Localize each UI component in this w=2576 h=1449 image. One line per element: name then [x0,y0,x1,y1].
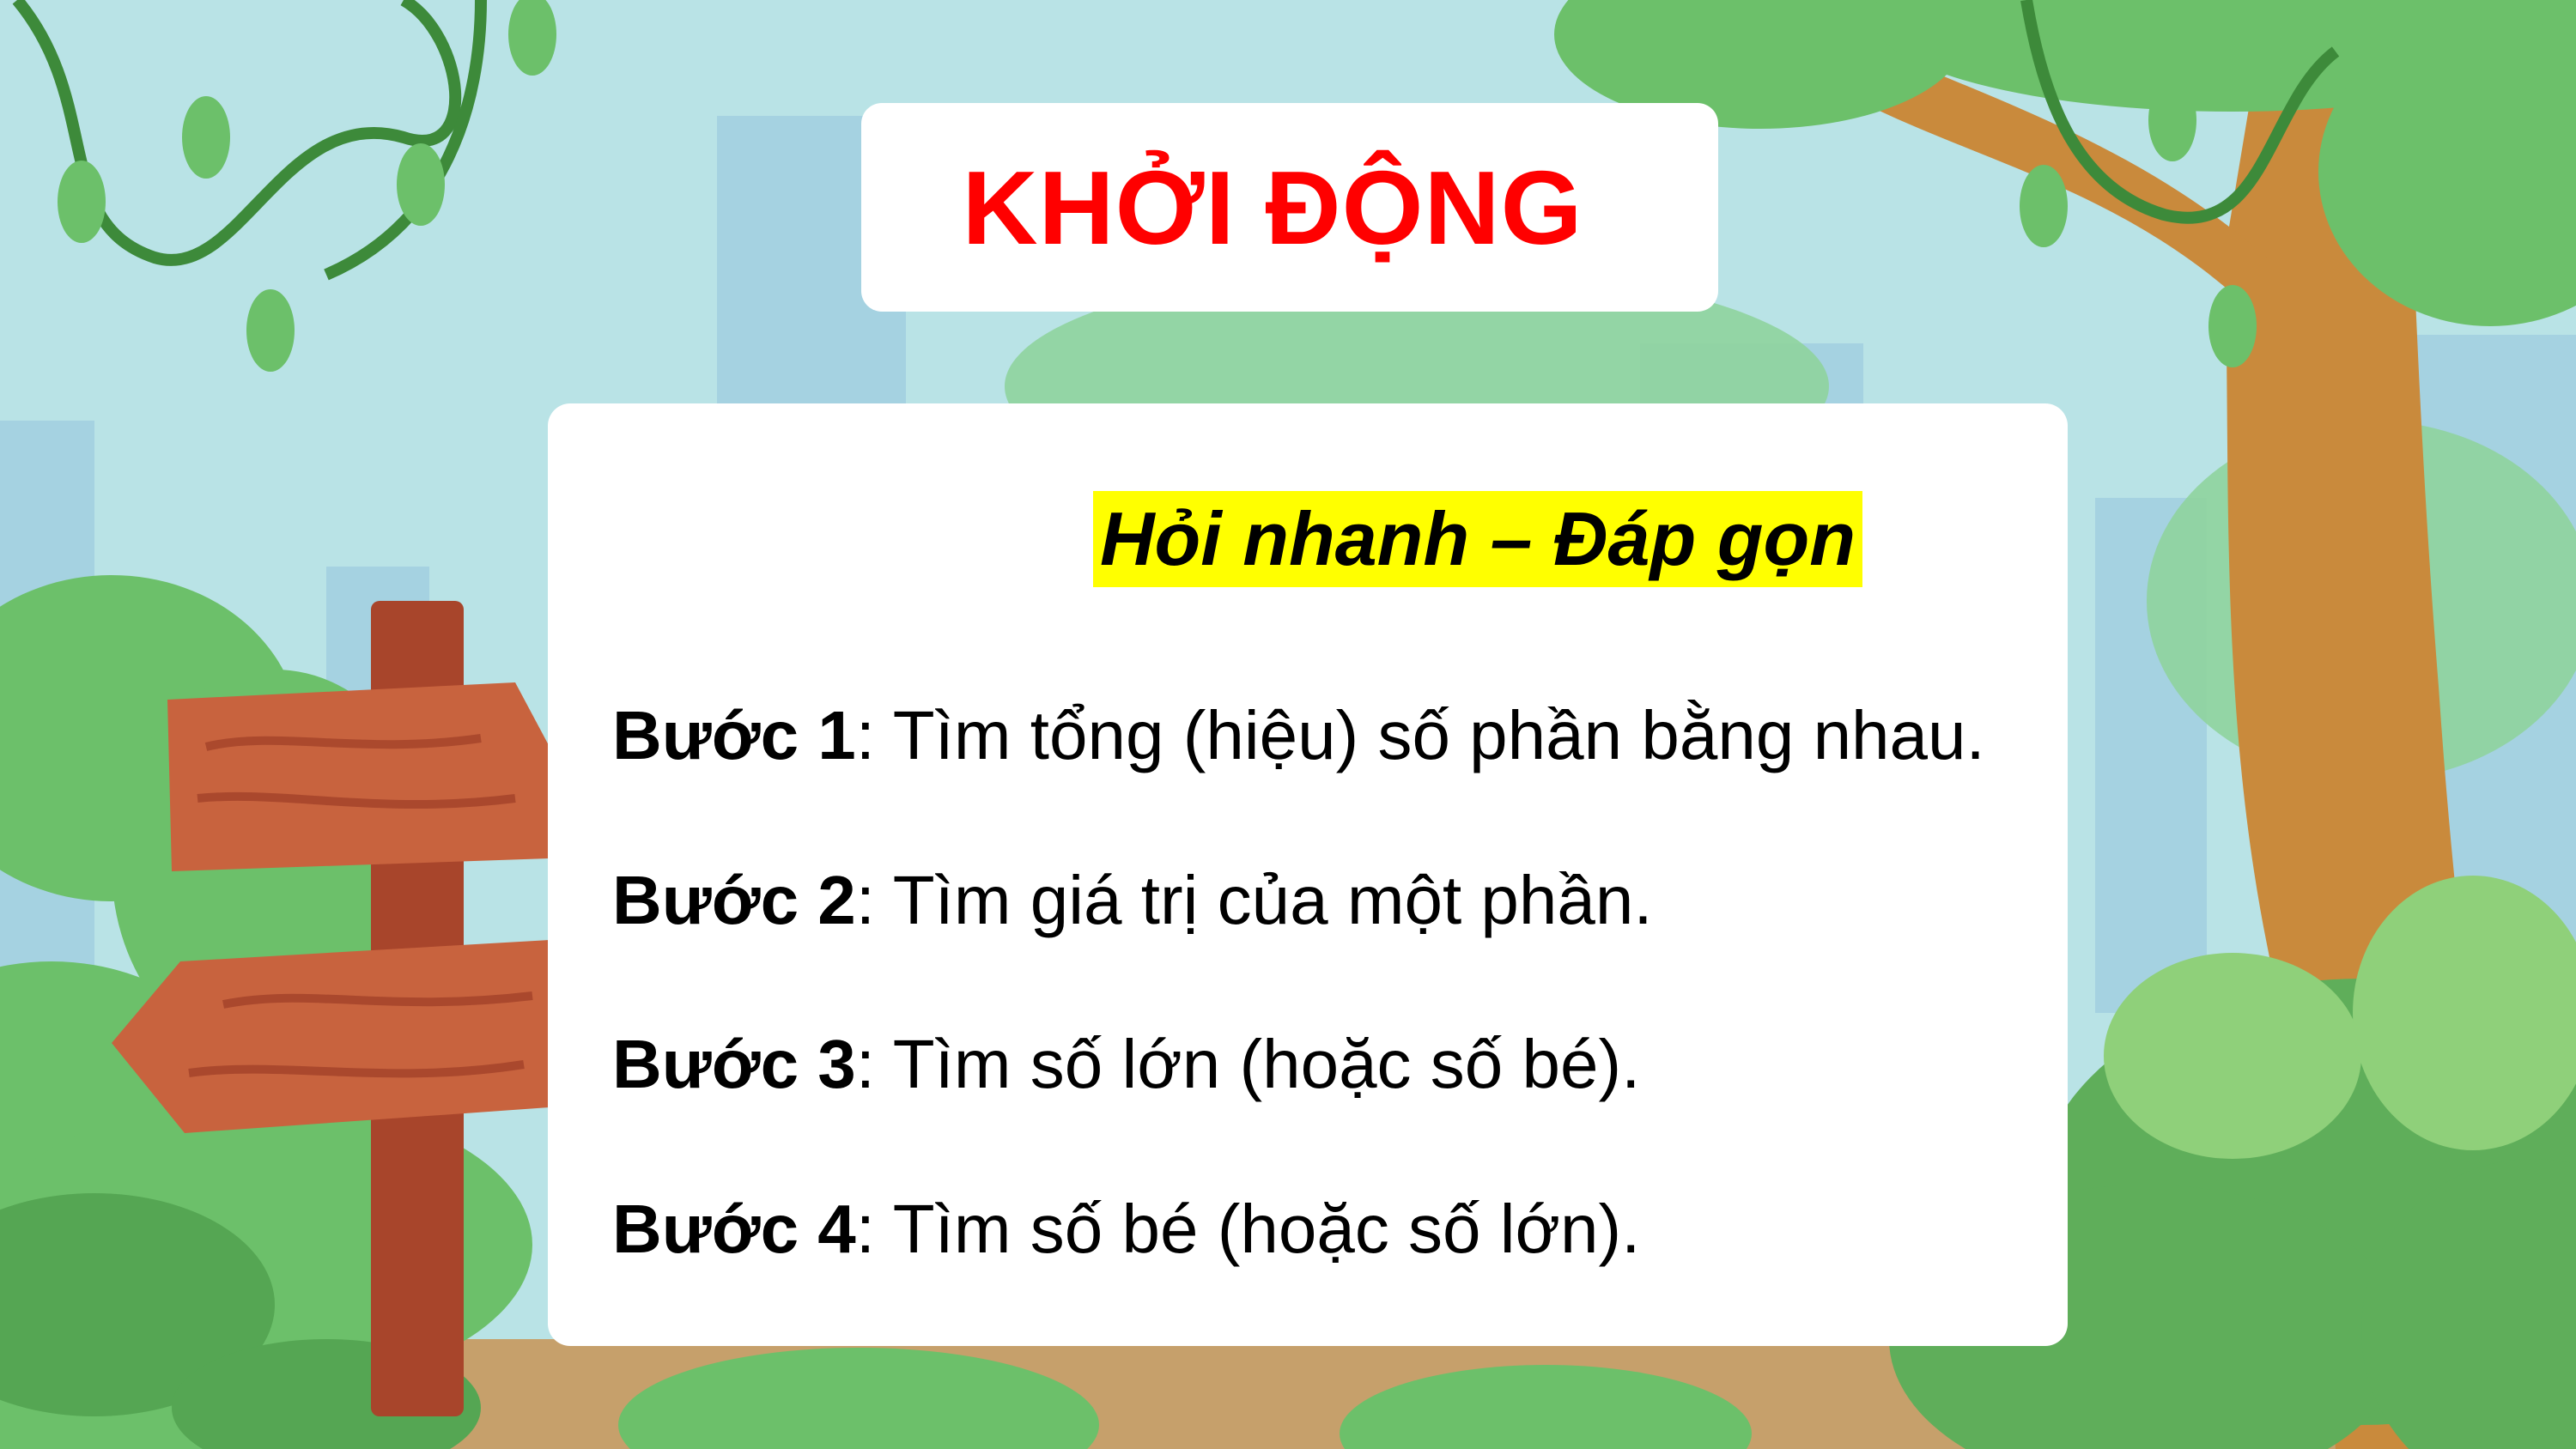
step-label: Bước 2 [612,862,856,938]
step-label: Bước 4 [612,1191,856,1267]
step-3: Bước 3: Tìm số lớn (hoặc số bé). [612,1022,1640,1107]
step-text: : Tìm số bé (hoặc số lớn). [855,1191,1641,1267]
step-label: Bước 3 [612,1026,856,1102]
title-card: KHỞI ĐỘNG [861,103,1718,312]
step-2: Bước 2: Tìm giá trị của một phần. [612,858,1653,943]
slide-subtitle: Hỏi nhanh – Đáp gọn [1093,491,1862,587]
step-text: : Tìm giá trị của một phần. [855,862,1653,938]
step-4: Bước 4: Tìm số bé (hoặc số lớn). [612,1186,1640,1272]
slide-title: KHỞI ĐỘNG [962,149,1583,266]
step-1: Bước 1: Tìm tổng (hiệu) số phần bằng nha… [612,693,1985,779]
step-label: Bước 1 [612,697,856,773]
step-text: : Tìm tổng (hiệu) số phần bằng nhau. [855,697,1985,773]
step-text: : Tìm số lớn (hoặc số bé). [855,1026,1641,1102]
